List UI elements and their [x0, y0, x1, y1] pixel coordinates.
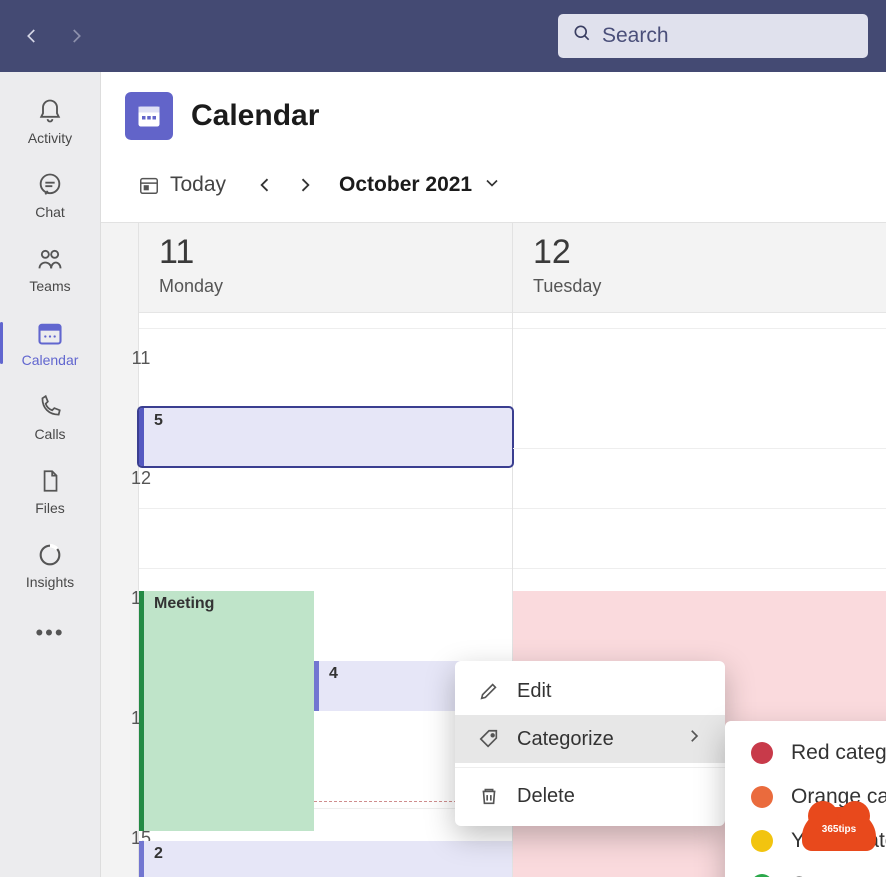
color-dot — [751, 742, 773, 764]
context-menu-categorize[interactable]: Categorize — [455, 715, 725, 763]
calendar-event-2[interactable]: 2 — [139, 841, 512, 877]
chevron-right-icon — [685, 727, 703, 751]
color-dot — [751, 786, 773, 808]
insights-icon — [35, 540, 65, 570]
trash-icon — [477, 784, 501, 808]
time-gutter: 11 12 13 14 15 — [101, 223, 138, 877]
calendar-event-meeting[interactable]: Meeting — [139, 591, 314, 831]
calendar-app-icon — [125, 92, 173, 140]
context-menu: Edit Categorize — [455, 661, 725, 826]
page-title: Calendar — [191, 99, 319, 133]
tag-icon — [477, 727, 501, 751]
color-dot — [751, 830, 773, 852]
day-header: 12 Tuesday — [513, 223, 886, 313]
bell-icon — [35, 96, 65, 126]
rail-calls[interactable]: Calls — [0, 380, 100, 454]
app-rail: Activity Chat Teams Calendar — [0, 72, 100, 877]
search-icon — [572, 23, 592, 49]
rail-teams[interactable]: Teams — [0, 232, 100, 306]
category-option-red[interactable]: Red category — [725, 731, 886, 775]
calendar-icon — [35, 318, 65, 348]
context-menu-delete[interactable]: Delete — [455, 772, 725, 820]
today-button[interactable]: Today — [125, 166, 239, 204]
rail-chat[interactable]: Chat — [0, 158, 100, 232]
month-picker[interactable]: October 2021 — [339, 173, 502, 198]
calendar-event-selected[interactable]: 5 — [139, 408, 512, 466]
next-period-button[interactable] — [291, 171, 319, 199]
rail-more-button[interactable]: ••• — [35, 608, 64, 658]
phone-icon — [35, 392, 65, 422]
menu-separator — [455, 767, 725, 768]
rail-calendar[interactable]: Calendar — [0, 306, 100, 380]
search-input[interactable]: Search — [558, 14, 868, 58]
rail-activity[interactable]: Activity — [0, 84, 100, 158]
title-bar: Search — [0, 0, 886, 72]
rail-files[interactable]: Files — [0, 454, 100, 528]
history-forward-button[interactable] — [62, 22, 90, 50]
prev-period-button[interactable] — [251, 171, 279, 199]
pencil-icon — [477, 679, 501, 703]
app-header: Calendar — [101, 72, 886, 158]
rail-insights[interactable]: Insights — [0, 528, 100, 602]
history-back-button[interactable] — [18, 22, 46, 50]
file-icon — [35, 466, 65, 496]
categorize-submenu: Red category Orange category Yellow cate… — [725, 721, 886, 877]
chat-icon — [35, 170, 65, 200]
day-header: 11 Monday — [139, 223, 512, 313]
calendar-main: Calendar Today October 2021 — [100, 72, 886, 877]
teams-icon — [35, 244, 65, 274]
calendar-toolbar: Today October 2021 — [101, 158, 886, 223]
category-option-green[interactable]: Green category — [725, 863, 886, 877]
search-placeholder: Search — [602, 24, 669, 48]
watermark-badge: 365tips — [802, 807, 876, 851]
calendar-grid[interactable]: 11 12 13 14 15 11 Monday — [101, 223, 886, 877]
context-menu-edit[interactable]: Edit — [455, 667, 725, 715]
chevron-down-icon — [482, 173, 502, 198]
